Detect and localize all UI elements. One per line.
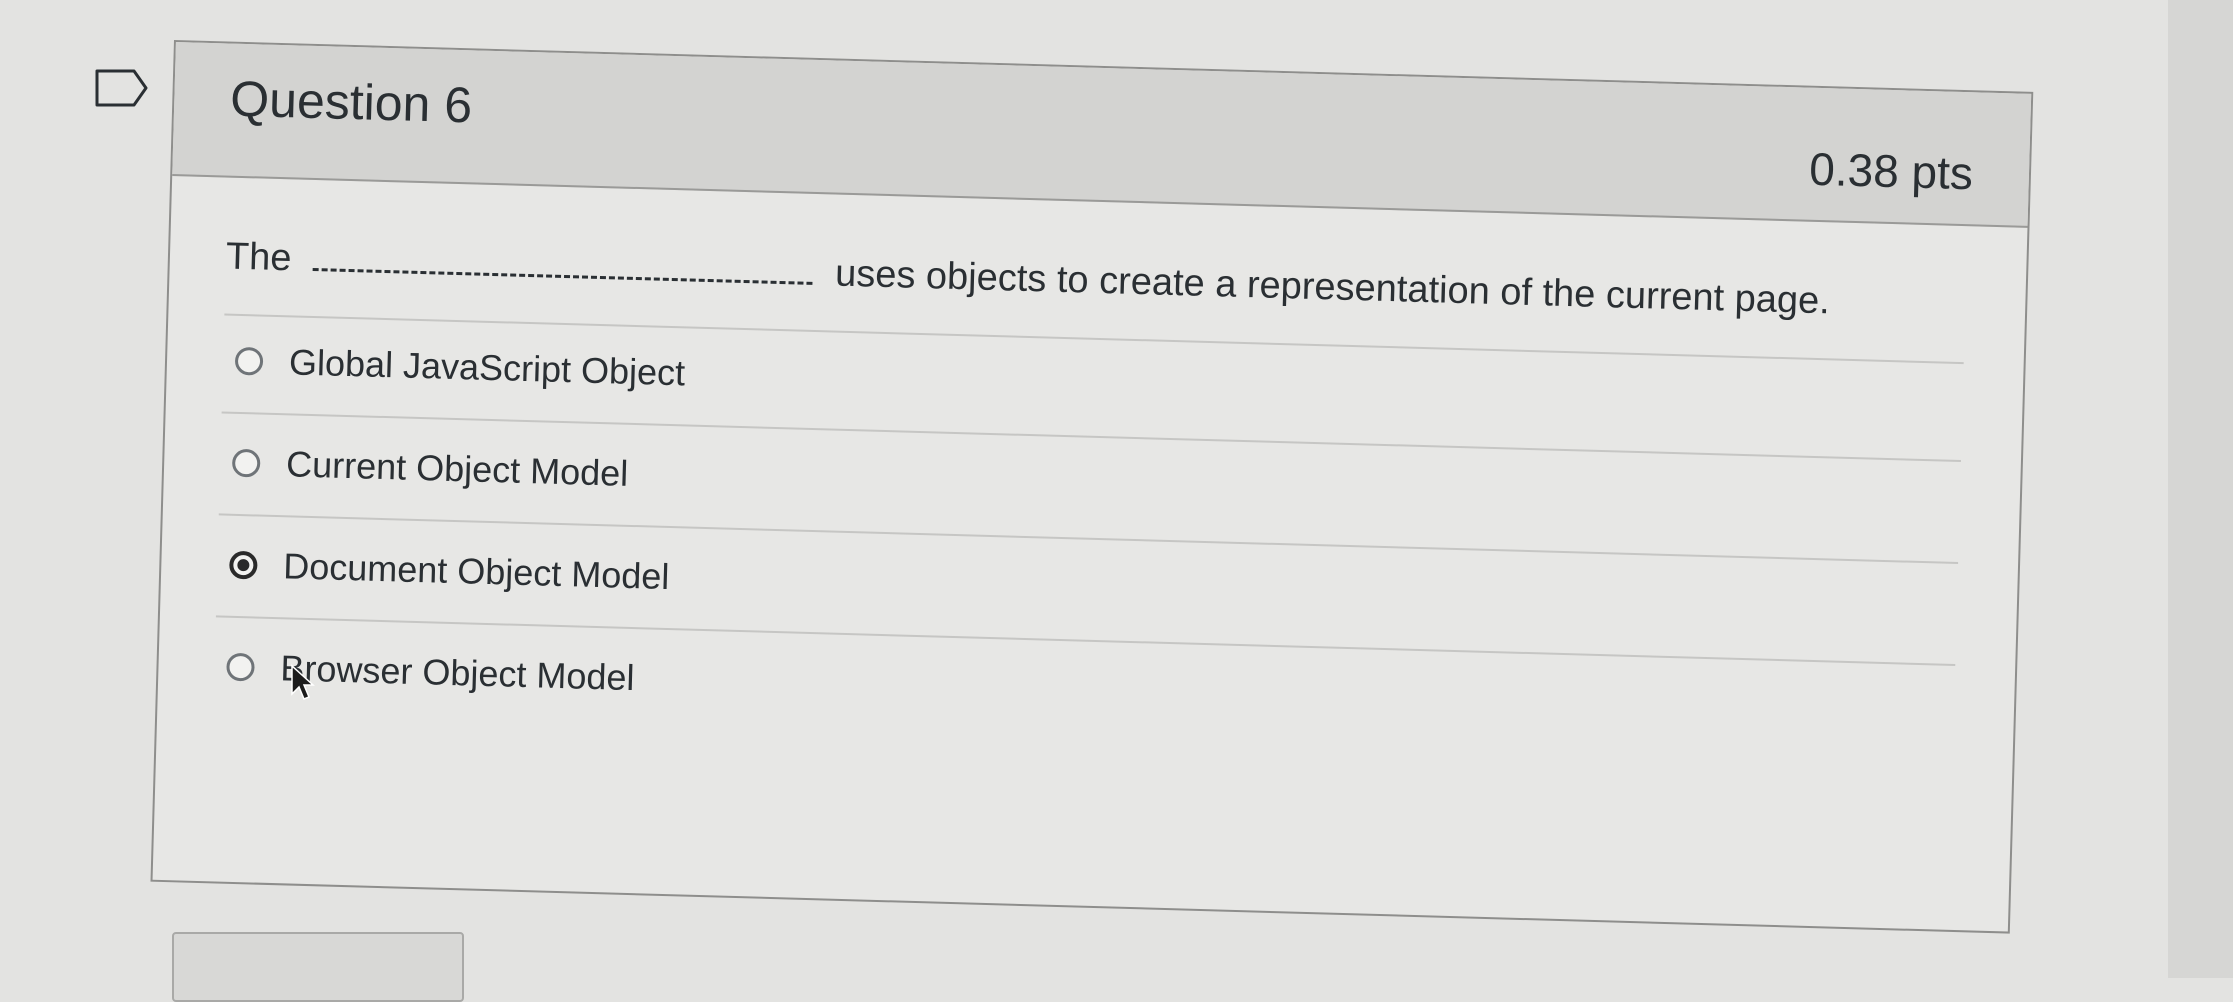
answer-label: Current Object Model: [285, 443, 629, 494]
answer-label: Global JavaScript Object: [288, 341, 686, 394]
page-edge: [2168, 0, 2233, 978]
radio-button[interactable]: [234, 346, 264, 376]
question-points: 0.38 pts: [1808, 142, 1974, 200]
answer-option-3[interactable]: Document Object Model: [228, 540, 670, 602]
flag-question-icon[interactable]: [94, 68, 150, 108]
answer-option-2[interactable]: Current Object Model: [231, 438, 629, 499]
question-text: The uses objects to create a representati…: [225, 236, 1830, 324]
mouse-cursor-icon: [291, 664, 315, 700]
radio-button[interactable]: [226, 652, 255, 682]
answer-label: Document Object Model: [282, 545, 670, 598]
radio-button[interactable]: [231, 448, 261, 478]
question-text-before: The: [225, 235, 293, 280]
question-card: Question 6 0.38 pts The uses objects to c…: [150, 40, 2034, 934]
question-header: Question 6 0.38 pts: [172, 42, 2032, 228]
answer-option-1[interactable]: Global JavaScript Object: [234, 336, 686, 399]
question-text-after: uses objects to create a representation …: [834, 252, 1831, 323]
answer-label: Browser Object Model: [279, 647, 636, 699]
previous-button[interactable]: [172, 932, 464, 1002]
fill-in-blank: [313, 263, 814, 285]
answer-option-4[interactable]: Browser Object Model: [226, 642, 635, 703]
radio-button-selected[interactable]: [228, 550, 258, 580]
question-title: Question 6: [229, 70, 473, 134]
